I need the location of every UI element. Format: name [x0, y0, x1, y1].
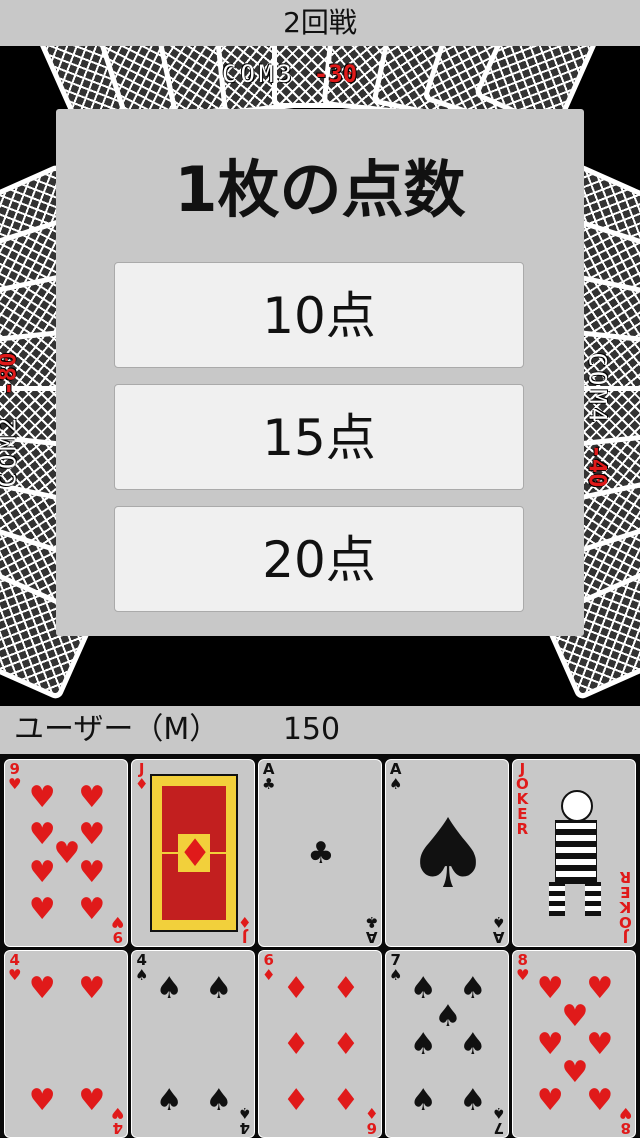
hand-card[interactable]: 4 ♥ 4 ♥ ♥ ♥ ♥ ♥: [4, 950, 128, 1138]
card-index: J ♦: [135, 760, 149, 793]
suit-pip-icon: ♥: [78, 854, 106, 890]
card-index-bottom: 7 ♠: [491, 1104, 505, 1137]
option-10-button[interactable]: 10点: [114, 262, 524, 368]
suit-pip-icon: ♥: [28, 892, 56, 928]
user-score: 150: [282, 712, 341, 747]
suit-pip-icon: ♥: [28, 970, 56, 1006]
hand-card[interactable]: A ♣ A ♣ ♣: [258, 759, 382, 947]
hand-card[interactable]: A ♠ A ♠ ♠: [385, 759, 509, 947]
card-index: 8 ♥: [516, 951, 530, 984]
com2-name: COM2: [0, 413, 22, 488]
card-index: 4 ♠: [135, 951, 149, 984]
suit-pip-icon: ♥: [78, 892, 106, 928]
suit-pip-icon: ♥: [586, 1083, 614, 1119]
suit-pip-icon: ♠: [205, 1083, 233, 1119]
card-index: 6 ♦: [262, 951, 276, 984]
card-index: 7 ♠: [389, 951, 403, 984]
suit-pip-icon: ♠: [155, 970, 183, 1006]
jack-face-icon: ♦: [150, 774, 238, 932]
com3-label: COM3 -30: [222, 60, 357, 88]
suit-pip-icon: ♣: [307, 836, 335, 871]
round-title: 2回戦: [0, 0, 640, 46]
card-index-bottom: 9 ♥: [110, 913, 124, 946]
card-index: JOKER: [516, 760, 529, 838]
suit-pip-icon: ♦: [332, 970, 360, 1006]
com4-score: -40: [583, 444, 612, 488]
hand-card[interactable]: JOKER JOKER: [512, 759, 636, 947]
com4-name: COM4: [583, 352, 612, 427]
joker-figure-icon: [543, 790, 607, 920]
suit-pip-icon: ♥: [28, 779, 56, 815]
score-select-dialog: 1枚の点数 10点 15点 20点: [56, 109, 584, 636]
suit-pip-icon: ♥: [586, 970, 614, 1006]
player-hand: 9 ♥ 9 ♥ ♥ ♥ ♥ ♥ ♥ ♥ ♥ ♥ ♥ J ♦ J ♦ ♦ A ♣ A ♣ ♣ A ♠ A ♠ ♠ J O K E R J O K E R 4 ♥…: [0, 754, 640, 1138]
suit-pip-icon: ♥: [28, 1083, 56, 1119]
suit-pip-icon: ♥: [536, 1027, 564, 1062]
hand-card[interactable]: 9 ♥ 9 ♥ ♥ ♥ ♥ ♥ ♥ ♥ ♥ ♥ ♥: [4, 759, 128, 947]
suit-pip-icon: ♠: [459, 1083, 487, 1119]
card-index: 4 ♥: [8, 951, 22, 984]
suit-pip-icon: ♠: [409, 1083, 437, 1119]
suit-pip-icon: ♥: [536, 1083, 564, 1119]
card-index: A ♠: [389, 760, 403, 793]
suit-pip-icon: ♥: [78, 970, 106, 1006]
suit-pip-icon: ♦: [282, 970, 310, 1006]
card-index: A ♣: [262, 760, 276, 793]
suit-pip-icon: ♠: [205, 970, 233, 1006]
option-15-button[interactable]: 15点: [114, 384, 524, 490]
card-index-bottom: 4 ♥: [110, 1104, 124, 1137]
card-index-bottom: 4 ♠: [237, 1104, 251, 1137]
suit-pip-icon: ♠: [409, 1027, 437, 1062]
hand-card[interactable]: 6 ♦ 6 ♦ ♦ ♦ ♦ ♦ ♦ ♦: [258, 950, 382, 1138]
suit-pip-icon: ♠: [459, 1027, 487, 1062]
hand-card[interactable]: 8 ♥ 8 ♥ ♥ ♥ ♥ ♥ ♥ ♥ ♥ ♥: [512, 950, 636, 1138]
com4-label: COM4 -40: [584, 352, 612, 487]
suit-pip-icon: ♦: [332, 1083, 360, 1119]
suit-pip-icon: ♠: [409, 970, 437, 1006]
com2-label: COM2 -80: [0, 352, 22, 487]
card-index-bottom: J ♦: [237, 913, 251, 946]
card-index-bottom: 6 ♦: [364, 1104, 378, 1137]
suit-pip-icon: ♥: [78, 1083, 106, 1119]
dialog-title: 1枚の点数: [174, 153, 466, 226]
option-20-button[interactable]: 20点: [114, 506, 524, 612]
suit-pip-icon: ♥: [536, 970, 564, 1006]
card-index: 9 ♥: [8, 760, 22, 793]
card-index-bottom: A ♠: [491, 913, 505, 946]
hand-card[interactable]: 7 ♠ 7 ♠ ♠ ♠ ♠ ♠ ♠ ♠ ♠: [385, 950, 509, 1138]
card-index-bottom: 8 ♥: [618, 1104, 632, 1137]
suit-pip-icon: ♦: [282, 1083, 310, 1119]
com2-score: -80: [0, 352, 22, 396]
suit-pip-icon: ♠: [459, 970, 487, 1006]
suit-pip-icon: ♦: [332, 1027, 360, 1062]
card-index-bottom: JOKER: [619, 868, 632, 946]
com3-name: COM3: [222, 60, 296, 88]
com3-score: -30: [313, 60, 358, 88]
user-name: ユーザー（M）: [14, 712, 220, 747]
card-index-bottom: A ♣: [364, 913, 378, 946]
hand-card[interactable]: 4 ♠ 4 ♠ ♠ ♠ ♠ ♠: [131, 950, 255, 1138]
user-bar: ユーザー（M） 150: [0, 706, 640, 754]
suit-pip-icon: ♥: [78, 779, 106, 815]
suit-pip-icon: ♥: [586, 1027, 614, 1062]
hand-card[interactable]: J ♦ J ♦ ♦: [131, 759, 255, 947]
suit-pip-icon: ♥: [28, 854, 56, 890]
suit-pip-icon: ♦: [282, 1027, 310, 1062]
suit-pip-icon: ♠: [155, 1083, 183, 1119]
suit-pip-icon: ♠: [404, 798, 492, 910]
